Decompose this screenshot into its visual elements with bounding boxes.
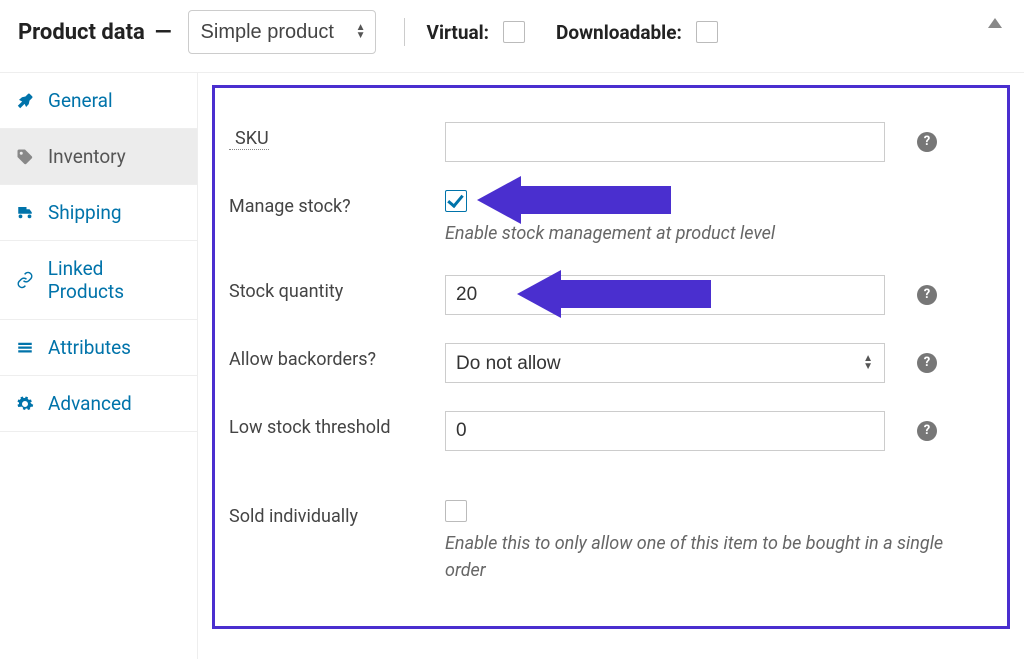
inventory-panel-wrap: SKU ? Manage stock? Enable stock managem… <box>198 73 1024 659</box>
tab-shipping[interactable]: Shipping <box>0 185 197 241</box>
row-sku: SKU ? <box>223 108 987 176</box>
downloadable-checkbox[interactable] <box>696 21 718 43</box>
virtual-checkbox[interactable] <box>503 21 525 43</box>
product-data-tabs: General Inventory Shipping Linked Produc… <box>0 73 198 659</box>
sku-label: SKU <box>229 122 269 150</box>
stock-quantity-field <box>445 275 885 315</box>
manage-stock-checkbox[interactable] <box>445 190 467 212</box>
help-icon[interactable]: ? <box>917 353 937 373</box>
tab-label: Advanced <box>48 392 132 415</box>
allow-backorders-field: Do not allow ▲▼ <box>445 343 885 383</box>
allow-backorders-label: Allow backorders? <box>223 343 445 370</box>
help-icon[interactable]: ? <box>917 285 937 305</box>
tab-advanced[interactable]: Advanced <box>0 376 197 432</box>
truck-icon <box>14 204 36 222</box>
help-icon[interactable]: ? <box>917 421 937 441</box>
tab-label: Attributes <box>48 336 131 359</box>
manage-stock-label: Manage stock? <box>223 190 445 217</box>
product-type-select-wrap: Simple product ▲▼ <box>188 10 376 54</box>
sold-individually-label: Sold individually <box>223 500 445 527</box>
row-stock-quantity: Stock quantity ? <box>223 261 987 329</box>
inventory-panel: SKU ? Manage stock? Enable stock managem… <box>212 85 1010 629</box>
list-icon <box>14 339 36 357</box>
tab-general[interactable]: General <box>0 73 197 129</box>
tab-label: Linked Products <box>48 257 183 303</box>
panel-title-dash: — <box>155 20 172 45</box>
allow-backorders-select[interactable]: Do not allow <box>445 343 885 383</box>
row-sold-individually: Sold individually Enable this to only al… <box>223 486 987 598</box>
tab-attributes[interactable]: Attributes <box>0 320 197 376</box>
help-icon[interactable]: ? <box>917 132 937 152</box>
product-data-metabox: Product data — Simple product ▲▼ Virtual… <box>0 0 1024 659</box>
panel-title: Product data <box>18 20 145 45</box>
stock-quantity-label: Stock quantity <box>223 275 445 302</box>
sku-input[interactable] <box>445 122 885 162</box>
tab-label: Shipping <box>48 201 122 224</box>
gear-icon <box>14 395 36 413</box>
stock-quantity-input[interactable] <box>445 275 885 315</box>
manage-stock-description: Enable stock management at product level <box>445 220 975 247</box>
downloadable-label: Downloadable: <box>556 21 682 44</box>
sold-individually-field: Enable this to only allow one of this it… <box>445 500 975 584</box>
sold-individually-description: Enable this to only allow one of this it… <box>445 530 975 584</box>
vertical-divider <box>404 18 405 46</box>
low-stock-threshold-input[interactable] <box>445 411 885 451</box>
low-stock-threshold-label: Low stock threshold <box>223 411 445 438</box>
sold-individually-checkbox[interactable] <box>445 500 467 522</box>
price-tag-icon <box>14 148 36 166</box>
product-data-header: Product data — Simple product ▲▼ Virtual… <box>0 0 1024 73</box>
annotation-arrow-manage-stock <box>477 176 671 224</box>
tab-label: General <box>48 89 113 112</box>
low-stock-threshold-field <box>445 411 885 451</box>
link-icon <box>14 271 36 289</box>
sku-field <box>445 122 885 162</box>
downloadable-toggle: Downloadable: <box>556 18 721 46</box>
tab-inventory[interactable]: Inventory <box>0 129 197 185</box>
row-manage-stock: Manage stock? Enable stock management at… <box>223 176 987 261</box>
product-type-select[interactable]: Simple product <box>188 10 376 54</box>
product-data-body: General Inventory Shipping Linked Produc… <box>0 73 1024 659</box>
virtual-toggle: Virtual: <box>427 18 528 46</box>
tab-linked-products[interactable]: Linked Products <box>0 241 197 320</box>
virtual-label: Virtual: <box>427 21 489 44</box>
tab-label: Inventory <box>48 145 126 168</box>
manage-stock-field: Enable stock management at product level <box>445 190 975 247</box>
wrench-icon <box>14 92 36 110</box>
collapse-panel-button[interactable] <box>988 18 1002 28</box>
row-low-stock-threshold: Low stock threshold ? <box>223 397 987 465</box>
row-allow-backorders: Allow backorders? Do not allow ▲▼ ? <box>223 329 987 397</box>
